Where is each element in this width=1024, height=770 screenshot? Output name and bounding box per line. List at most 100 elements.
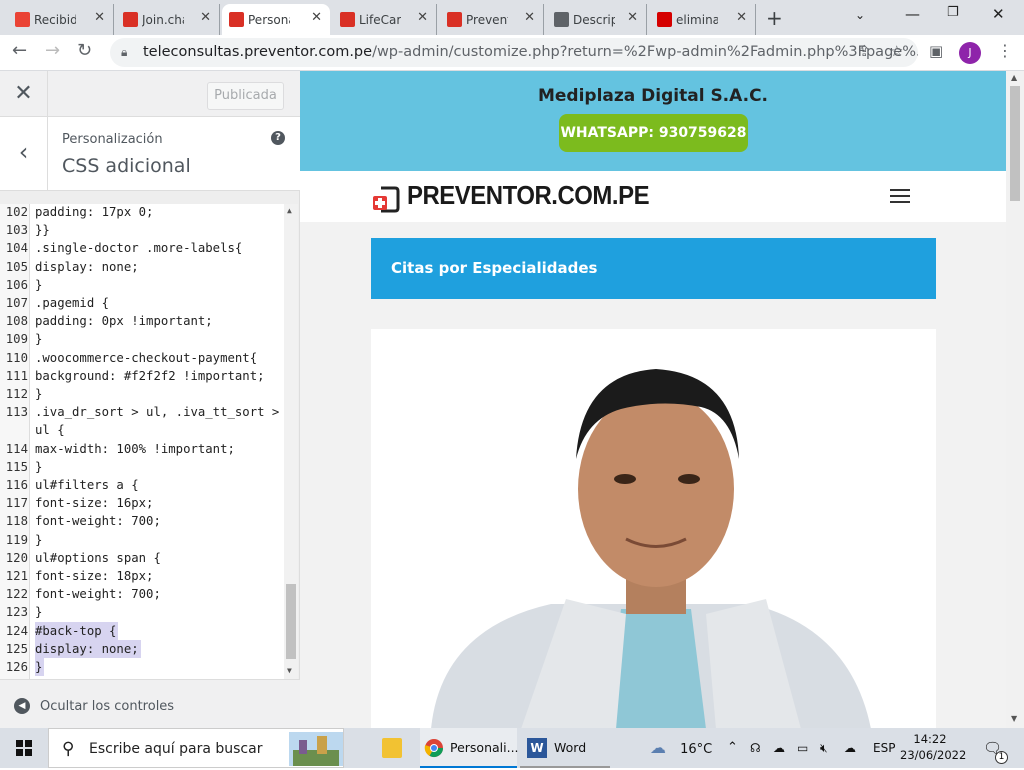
code-line[interactable]: 119} bbox=[0, 531, 43, 549]
browser-tab[interactable]: LifeCare ✕ bbox=[333, 4, 437, 35]
onedrive-icon[interactable]: ☁︎ bbox=[773, 728, 785, 768]
tab-close-icon[interactable]: ✕ bbox=[524, 10, 535, 25]
browser-tab-bar: Recibid✕Join.cha✕Persona✕LifeCare✕Preven… bbox=[0, 0, 1024, 35]
reload-icon[interactable]: ↻ bbox=[77, 40, 92, 61]
code-line[interactable]: 110 .woocommerce-checkout-payment{ bbox=[0, 349, 257, 367]
code-line[interactable]: 123} bbox=[0, 603, 43, 621]
preview-scroll-thumb[interactable] bbox=[1010, 86, 1020, 201]
doctor-photo[interactable] bbox=[371, 329, 936, 728]
line-number: 124 bbox=[5, 623, 28, 638]
line-number: 114 bbox=[5, 441, 28, 456]
scroll-up-icon[interactable]: ▲ bbox=[287, 206, 292, 215]
taskbar-search-box[interactable]: ⚲ Escribe aquí para buscar bbox=[48, 728, 344, 768]
bookmark-star-icon[interactable]: ☆ bbox=[890, 42, 903, 60]
css-code-editor[interactable]: 102 padding: 17px 0; 103}} 104 .single-docto… bbox=[0, 204, 298, 679]
code-text: } bbox=[35, 658, 45, 676]
tab-close-icon[interactable]: ✕ bbox=[200, 10, 211, 25]
url-host: teleconsultas.preventor.com.pe bbox=[143, 44, 373, 60]
network-icon[interactable]: ▭ bbox=[797, 728, 808, 768]
editor-scrollbar[interactable]: ▲ ▼ bbox=[284, 204, 298, 679]
line-number: 105 bbox=[5, 259, 28, 274]
browser-tab[interactable]: Join.cha ✕ bbox=[116, 4, 220, 35]
minimize-button[interactable]: — bbox=[905, 5, 920, 23]
preview-scroll-up-icon[interactable]: ▲ bbox=[1011, 73, 1017, 82]
scroll-down-icon[interactable]: ▼ bbox=[287, 666, 292, 675]
code-line[interactable]: 103}} bbox=[0, 221, 50, 239]
site-logo-text[interactable]: PREVENTOR.COM.PE bbox=[407, 180, 650, 211]
taskbar-app-word[interactable]: W Word bbox=[520, 728, 610, 768]
close-window-button[interactable]: ✕ bbox=[992, 5, 1005, 23]
hide-controls-button[interactable]: ◀ Ocultar los controles bbox=[14, 698, 174, 714]
code-line[interactable]: 124 #back-top { bbox=[0, 621, 119, 640]
back-arrow-icon[interactable]: ← bbox=[12, 40, 27, 61]
close-customizer-icon[interactable]: ✕ bbox=[0, 71, 48, 117]
code-text: font-size: 18px; bbox=[35, 569, 154, 583]
cloud-sync-icon[interactable]: ☁︎ bbox=[844, 728, 856, 768]
browser-tab[interactable]: Prevent ✕ bbox=[440, 4, 544, 35]
code-line[interactable]: 109} bbox=[0, 330, 43, 348]
tray-chevron-icon[interactable]: ⌃ bbox=[727, 728, 738, 768]
hamburger-menu-icon[interactable] bbox=[890, 189, 910, 203]
tab-close-icon[interactable]: ✕ bbox=[311, 10, 322, 25]
meet-icon[interactable]: ☊ bbox=[750, 728, 761, 768]
code-line[interactable]: 112} bbox=[0, 385, 43, 403]
help-icon[interactable]: ? bbox=[271, 131, 285, 145]
preview-scroll-down-icon[interactable]: ▼ bbox=[1011, 714, 1017, 723]
preview-scrollbar[interactable]: ▲ ▼ bbox=[1006, 71, 1024, 728]
publish-button[interactable]: Publicada bbox=[207, 82, 284, 110]
language-indicator[interactable]: ESP bbox=[873, 728, 895, 768]
code-line[interactable]: 120 ul#options span { bbox=[0, 549, 161, 567]
tab-close-icon[interactable]: ✕ bbox=[627, 10, 638, 25]
code-line[interactable]: 116 ul#filters a { bbox=[0, 476, 139, 494]
line-number: 126 bbox=[5, 660, 28, 674]
volume-muted-icon[interactable]: 🔇︎ bbox=[820, 728, 828, 768]
tab-close-icon[interactable]: ✕ bbox=[94, 10, 105, 25]
share-icon[interactable]: ⇪ bbox=[858, 42, 871, 60]
tab-search-chevron-icon[interactable]: ⌄ bbox=[855, 8, 865, 22]
code-line[interactable]: 106} bbox=[0, 276, 43, 294]
line-number: 110 bbox=[5, 350, 28, 365]
code-line[interactable]: 113 .iva_dr_sort > ul, .iva_tt_sort > bbox=[0, 403, 280, 421]
whatsapp-button[interactable]: WHATSAPP: 930759628 bbox=[559, 114, 748, 152]
file-explorer-icon[interactable] bbox=[382, 738, 402, 758]
code-line[interactable]: ul { bbox=[0, 421, 65, 439]
code-line[interactable]: 122 font-weight: 700; bbox=[0, 585, 161, 603]
side-panel-icon[interactable]: ▣ bbox=[929, 42, 943, 60]
browser-tab[interactable]: Persona ✕ bbox=[222, 4, 330, 35]
code-line[interactable]: 111 background: #f2f2f2 !important; bbox=[0, 367, 265, 385]
code-text: #back-top { bbox=[35, 621, 119, 640]
code-line[interactable]: 118 font-weight: 700; bbox=[0, 512, 161, 530]
restore-button[interactable]: ❐ bbox=[947, 5, 959, 20]
code-line[interactable]: 114 max-width: 100% !important; bbox=[0, 440, 235, 458]
code-line[interactable]: 117 font-size: 16px; bbox=[0, 494, 154, 512]
weather-widget[interactable]: ☁︎ 16°C bbox=[650, 728, 712, 768]
new-tab-button[interactable]: + bbox=[766, 6, 783, 30]
preventor-logo-icon[interactable] bbox=[371, 184, 401, 214]
code-line[interactable]: 104 .single-doctor .more-labels{ bbox=[0, 239, 243, 257]
browser-tab[interactable]: eliminar ✕ bbox=[650, 4, 756, 35]
address-bar[interactable]: 🔒︎ teleconsultas.preventor.com.pe/wp-adm… bbox=[110, 38, 918, 67]
code-line[interactable]: 121 font-size: 18px; bbox=[0, 567, 154, 585]
code-line[interactable]: 102 padding: 17px 0; bbox=[0, 204, 154, 221]
chevron-left-icon[interactable]: ‹ bbox=[0, 117, 48, 191]
code-line[interactable]: 108 padding: 0px !important; bbox=[0, 312, 213, 330]
code-line[interactable]: 105 display: none; bbox=[0, 258, 139, 276]
windows-start-icon[interactable] bbox=[0, 728, 48, 768]
line-number: 116 bbox=[5, 478, 28, 492]
browser-menu-icon[interactable]: ⋮ bbox=[997, 41, 1013, 60]
forward-arrow-icon[interactable]: → bbox=[45, 40, 60, 61]
editor-scroll-thumb[interactable] bbox=[286, 584, 296, 659]
profile-avatar[interactable]: J bbox=[959, 42, 981, 64]
customizer-panel: ✕ Publicada ‹ Personalización CSS adicio… bbox=[0, 71, 300, 728]
browser-tab[interactable]: Recibid ✕ bbox=[8, 4, 114, 35]
code-line[interactable]: 115} bbox=[0, 458, 43, 476]
tab-close-icon[interactable]: ✕ bbox=[417, 10, 428, 25]
browser-tab[interactable]: Descrip ✕ bbox=[547, 4, 647, 35]
code-line[interactable]: 107 .pagemid { bbox=[0, 294, 109, 312]
tab-title: Persona bbox=[248, 12, 290, 27]
code-line[interactable]: 126} bbox=[0, 658, 45, 676]
taskbar-clock[interactable]: 14:22 23/06/2022 bbox=[900, 731, 966, 763]
taskbar-app-chrome[interactable]: Personali... bbox=[420, 728, 519, 768]
tab-close-icon[interactable]: ✕ bbox=[736, 10, 747, 25]
code-line[interactable]: 125 display: none; bbox=[0, 639, 141, 658]
